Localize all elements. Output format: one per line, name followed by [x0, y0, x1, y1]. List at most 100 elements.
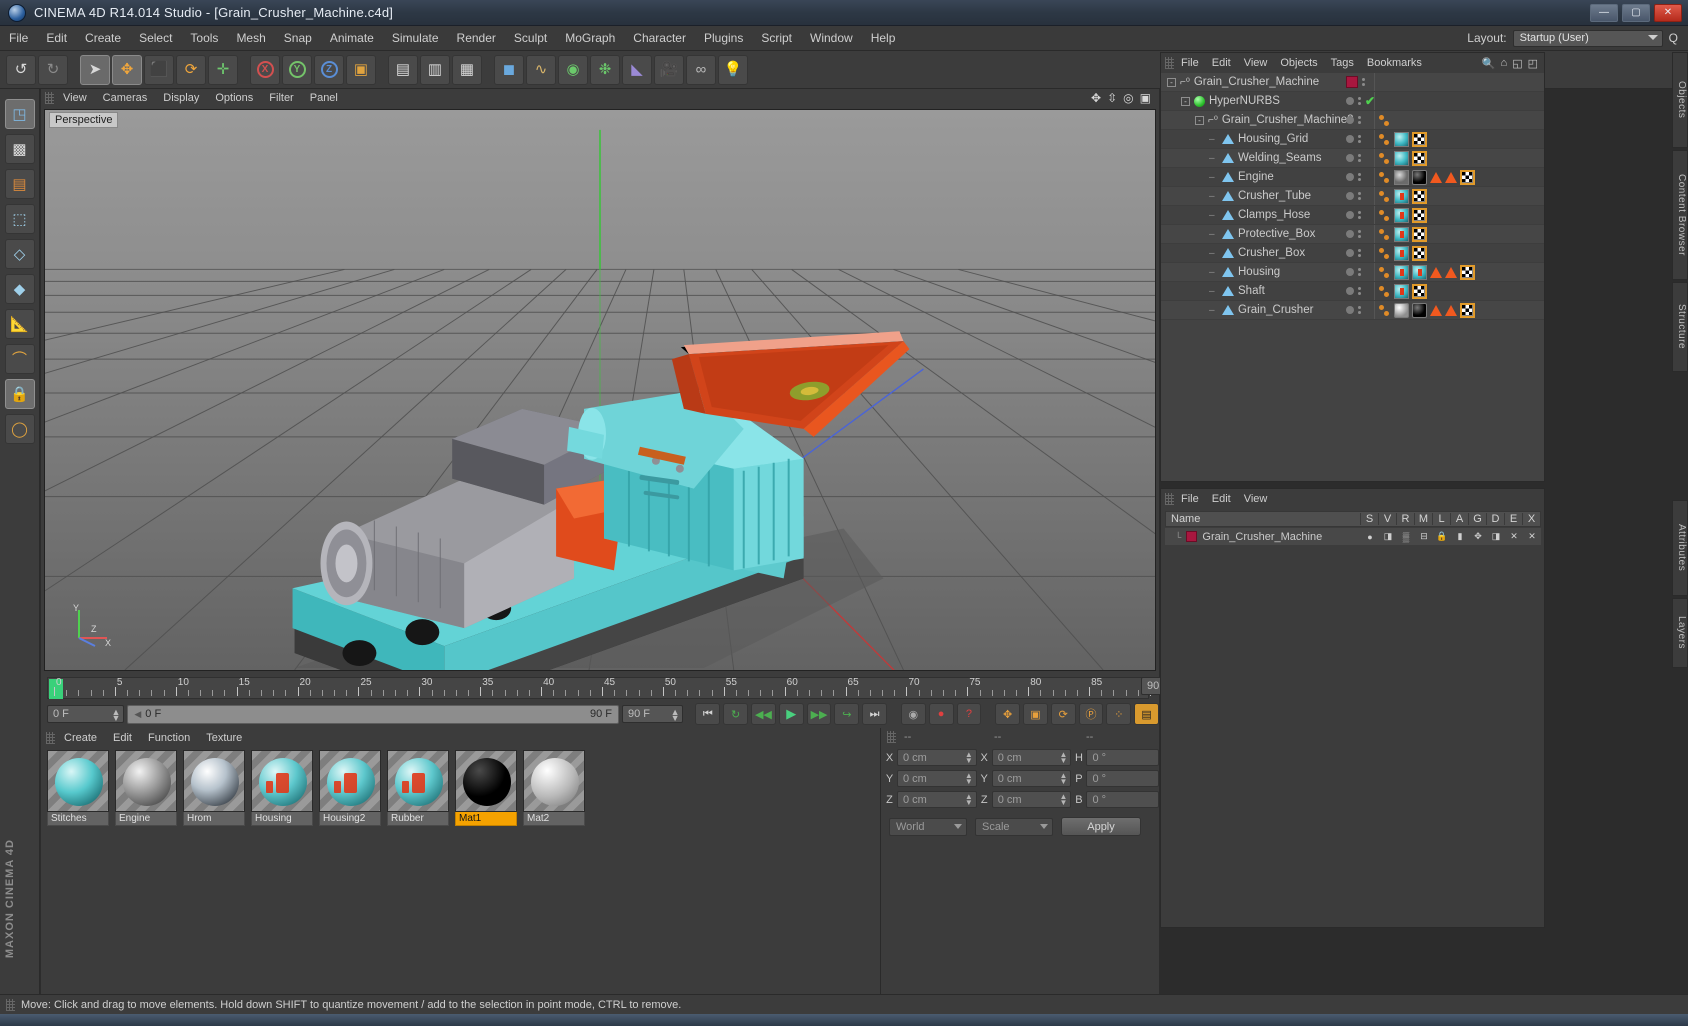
- material-tag-icon[interactable]: [1394, 131, 1409, 147]
- object-tree-row[interactable]: – Housing_Grid: [1161, 130, 1544, 149]
- tag-dots-icon[interactable]: [1379, 285, 1389, 297]
- material-preview[interactable]: [251, 750, 313, 812]
- position-key-icon[interactable]: ✥: [995, 703, 1021, 725]
- object-name[interactable]: Grain_Crusher: [1238, 304, 1313, 316]
- menu-window[interactable]: Window: [801, 28, 862, 48]
- workplane-button[interactable]: ⌒: [4, 344, 35, 374]
- close-button[interactable]: ✕: [1654, 3, 1682, 22]
- edge-tab-structure[interactable]: Structure: [1672, 282, 1688, 372]
- move-tool-button[interactable]: ✥: [112, 54, 142, 85]
- coordinate-value-field[interactable]: 0 °: [1086, 770, 1160, 787]
- material-preview[interactable]: [319, 750, 381, 812]
- render-view-button[interactable]: ▤: [388, 54, 418, 85]
- object-tree-row[interactable]: - HyperNURBS ✔: [1161, 92, 1544, 111]
- uvw-tag-icon[interactable]: [1412, 283, 1427, 299]
- visibility-dot[interactable]: [1346, 306, 1354, 314]
- go-to-end-button[interactable]: ⏭: [862, 703, 888, 725]
- layer-col-d[interactable]: D: [1486, 513, 1504, 525]
- layer-cell-a[interactable]: ▮: [1451, 531, 1469, 542]
- edge-tab-attributes[interactable]: Attributes: [1672, 500, 1688, 596]
- editor-render-dots[interactable]: [1358, 135, 1361, 143]
- layer-row[interactable]: └ Grain_Crusher_Machine ● ◨ ▒ ⊟ 🔒 ▮ ✥ ◨ …: [1165, 528, 1541, 545]
- material-tag-icon[interactable]: [1412, 264, 1427, 280]
- tag-dots-icon[interactable]: [1379, 133, 1389, 145]
- material-name[interactable]: Stitches: [47, 812, 109, 826]
- timeline-ruler[interactable]: 051015202530354045505560657075808590: [47, 677, 1163, 699]
- coordinate-value-field[interactable]: 0 °: [1086, 791, 1160, 808]
- spinner-icon[interactable]: ▲▼: [1060, 793, 1068, 807]
- menu-simulate[interactable]: Simulate: [383, 28, 448, 48]
- object-name[interactable]: Protective_Box: [1238, 228, 1315, 240]
- tag-dots-icon[interactable]: [1379, 228, 1389, 240]
- viewport-menu-filter[interactable]: Filter: [262, 91, 300, 105]
- panel-grip[interactable]: [887, 731, 896, 743]
- add-deformer-button[interactable]: ◣: [622, 54, 652, 85]
- uvw-tag-icon[interactable]: [1412, 207, 1427, 223]
- phong-tag-icon[interactable]: [1430, 304, 1442, 316]
- layer-col-g[interactable]: G: [1468, 513, 1486, 525]
- coordinate-value-field[interactable]: 0 cm ▲ ▼: [991, 749, 1072, 766]
- rotate-tool-button[interactable]: ⟳: [176, 54, 206, 85]
- tag-dots-icon[interactable]: [1379, 171, 1389, 183]
- spinner-icon[interactable]: ▲▼: [1060, 751, 1068, 765]
- uvw-tag-icon[interactable]: [1460, 169, 1475, 185]
- uv-mode-button[interactable]: ▤: [4, 169, 35, 199]
- point-mode-button[interactable]: ⬚: [4, 204, 35, 234]
- coordinate-value-field[interactable]: 0 °: [1086, 749, 1160, 766]
- scale-tool-button[interactable]: ⬛: [144, 54, 174, 85]
- menu-create[interactable]: Create: [76, 28, 130, 48]
- material-tag-icon[interactable]: [1394, 150, 1409, 166]
- material-tag-icon[interactable]: [1394, 302, 1409, 318]
- material-menu-texture[interactable]: Texture: [199, 731, 249, 745]
- layout-select[interactable]: Startup (User): [1512, 29, 1663, 47]
- layer-col-m[interactable]: M: [1414, 513, 1432, 525]
- object-name[interactable]: Shaft: [1238, 285, 1265, 297]
- render-region-button[interactable]: ▥: [420, 54, 450, 85]
- layer-cell-e[interactable]: ✕: [1505, 531, 1523, 542]
- menu-mograph[interactable]: MoGraph: [556, 28, 624, 48]
- layer-col-l[interactable]: L: [1432, 513, 1450, 525]
- tag-dots-icon[interactable]: [1379, 190, 1389, 202]
- scale-key-icon[interactable]: ▣: [1023, 703, 1048, 725]
- coordinate-value-field[interactable]: 0 cm ▲ ▼: [896, 791, 977, 808]
- spinner-icon[interactable]: ▲▼: [965, 751, 973, 765]
- apply-button[interactable]: Apply: [1061, 817, 1141, 836]
- param-key-icon[interactable]: Ⓟ: [1078, 703, 1104, 725]
- object-tree-row[interactable]: - ⌐⁰ Grain_Crusher_Machine: [1161, 73, 1544, 92]
- edge-tab-content-browser[interactable]: Content Browser: [1672, 150, 1688, 280]
- visibility-dot[interactable]: [1346, 192, 1354, 200]
- material-menu-function[interactable]: Function: [141, 731, 197, 745]
- material-item[interactable]: Mat2: [523, 750, 585, 826]
- object-menu-tags[interactable]: Tags: [1325, 56, 1360, 70]
- spinner-icon[interactable]: ▲▼: [1060, 772, 1068, 786]
- tag-dots-icon[interactable]: [1379, 114, 1389, 126]
- uvw-tag-icon[interactable]: [1412, 245, 1427, 261]
- layer-color-swatch[interactable]: [1186, 531, 1198, 542]
- edge-tab-objects[interactable]: Objects: [1672, 52, 1688, 148]
- record-icon[interactable]: ●: [928, 703, 954, 725]
- coordinate-value-field[interactable]: 0 cm ▲ ▼: [896, 770, 977, 787]
- layer-cell-g[interactable]: ✥: [1469, 531, 1487, 542]
- layer-cell-r[interactable]: ▒: [1397, 532, 1415, 542]
- layer-col-s[interactable]: S: [1360, 513, 1378, 525]
- add-spline-button[interactable]: ∿: [526, 54, 556, 85]
- layer-menu-view[interactable]: View: [1238, 492, 1274, 506]
- phong-tag-icon[interactable]: [1445, 171, 1457, 183]
- visibility-dot[interactable]: [1346, 154, 1354, 162]
- make-editable-button[interactable]: ◳: [4, 99, 35, 129]
- spinner-icon[interactable]: ▲▼: [671, 708, 680, 723]
- tag-dots-icon[interactable]: [1379, 304, 1389, 316]
- minimize-button[interactable]: —: [1590, 3, 1618, 22]
- current-frame-field[interactable]: 0 F ▲ ▼: [47, 705, 125, 723]
- panel-grip[interactable]: [46, 731, 55, 744]
- viewport-menu-options[interactable]: Options: [208, 91, 260, 105]
- edge-mode-button[interactable]: ◇: [4, 239, 35, 269]
- editor-render-dots[interactable]: [1362, 78, 1365, 86]
- menu-script[interactable]: Script: [752, 28, 801, 48]
- snap-button[interactable]: ◯: [4, 414, 35, 444]
- polygon-mode-button[interactable]: ◆: [4, 274, 35, 304]
- pan-icon[interactable]: ✥: [1091, 92, 1101, 104]
- layer-menu-file[interactable]: File: [1175, 492, 1205, 506]
- material-item[interactable]: Housing: [251, 750, 313, 826]
- maximize-view-icon[interactable]: ▣: [1140, 92, 1151, 104]
